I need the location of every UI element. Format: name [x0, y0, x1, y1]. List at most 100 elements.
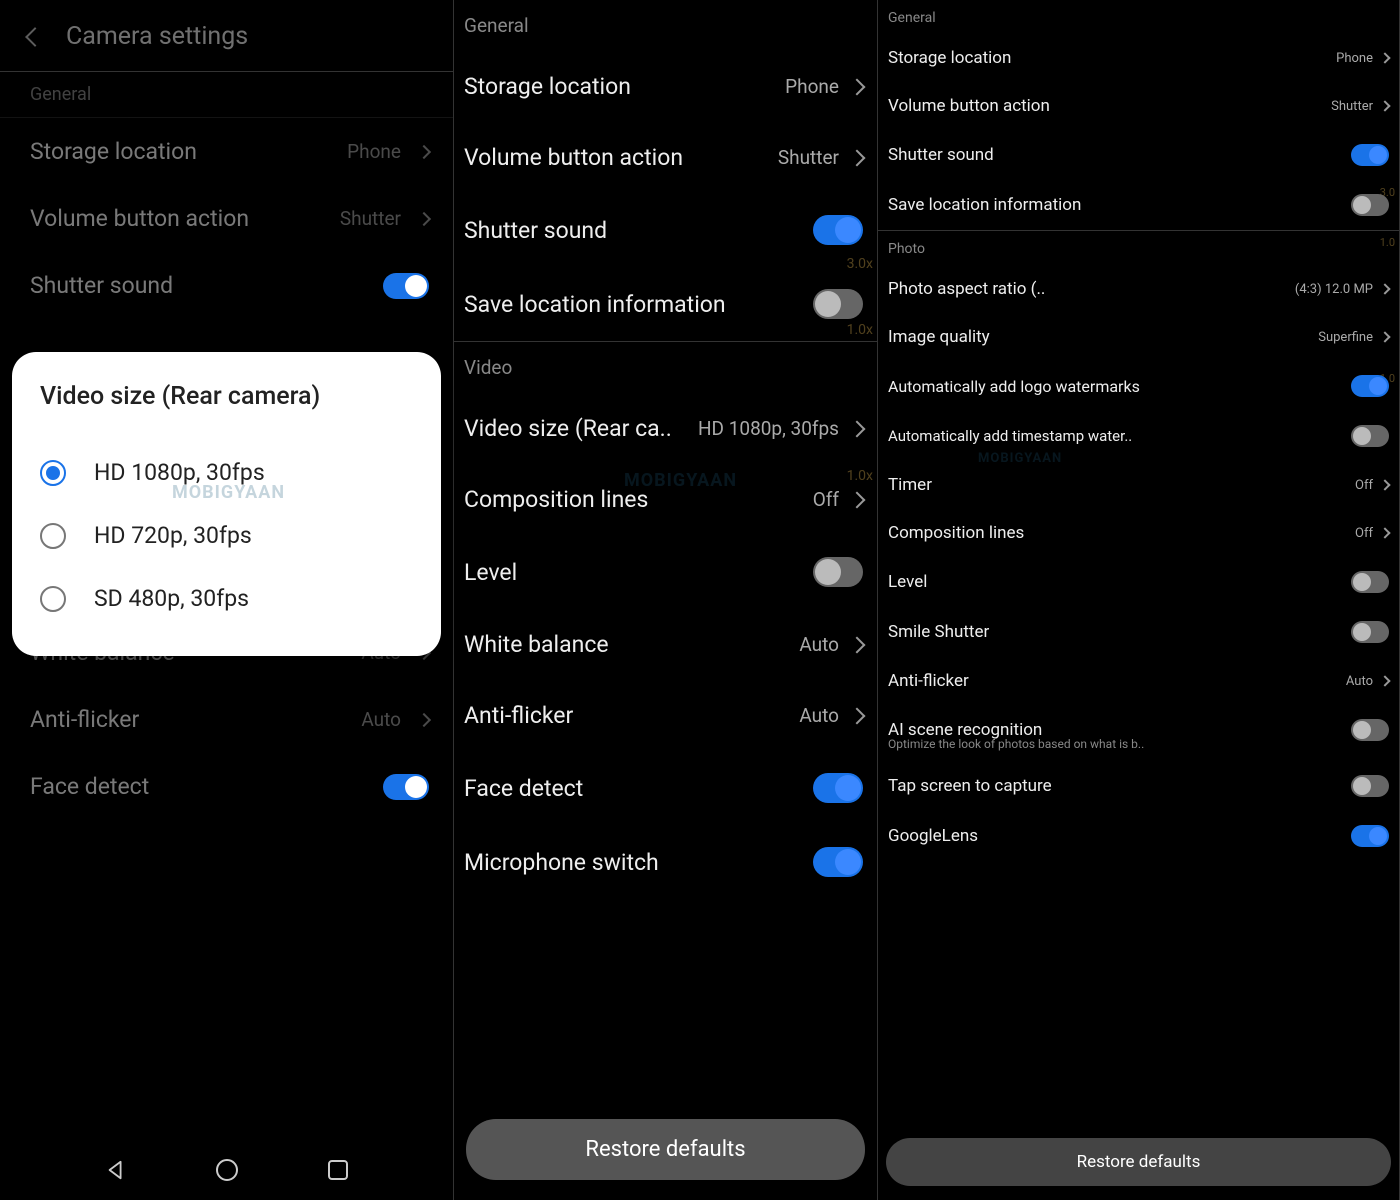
face-detect-toggle[interactable] — [813, 773, 863, 803]
chevron-right-icon — [1379, 675, 1390, 686]
shutter-sound-label: Shutter sound — [464, 217, 607, 244]
google-lens-toggle[interactable] — [1351, 825, 1389, 847]
row-anti-flicker[interactable]: Anti-flicker Auto — [454, 680, 877, 751]
row-shutter-sound[interactable]: Shutter sound — [0, 252, 453, 319]
row-composition-lines[interactable]: Composition lines Off MOBIGYAAN — [454, 464, 877, 535]
save-location-toggle[interactable] — [813, 289, 863, 319]
radio-label: HD 1080p, 30fps — [94, 459, 265, 486]
row-shutter-sound[interactable]: Shutter sound — [454, 193, 877, 267]
level-label: Level — [888, 572, 927, 592]
face-detect-label: Face detect — [464, 775, 583, 802]
image-quality-value: Superfine — [1318, 330, 1373, 345]
radio-icon[interactable] — [40, 460, 66, 486]
radio-label: SD 480p, 30fps — [94, 585, 249, 612]
shutter-sound-toggle[interactable] — [813, 215, 863, 245]
row-anti-flicker[interactable]: Anti-flicker Auto — [878, 657, 1399, 705]
row-white-balance[interactable]: White balance Auto — [454, 609, 877, 680]
composition-value: Off — [1355, 526, 1373, 541]
section-header-general: General — [454, 0, 877, 51]
google-lens-label: GoogleLens — [888, 826, 978, 846]
radio-icon[interactable] — [40, 586, 66, 612]
android-navbar — [0, 1140, 453, 1200]
restore-defaults-button[interactable]: Restore defaults — [466, 1119, 865, 1180]
smile-shutter-toggle[interactable] — [1351, 621, 1389, 643]
restore-defaults-button[interactable]: Restore defaults — [886, 1138, 1391, 1186]
row-save-location[interactable]: Save location information — [878, 180, 1399, 230]
storage-location-label: Storage location — [30, 138, 197, 165]
zoom-hint: 3.0x — [847, 256, 873, 272]
chevron-right-icon — [849, 707, 866, 724]
row-level[interactable]: Level — [878, 557, 1399, 607]
storage-location-value: Phone — [347, 140, 401, 163]
radio-option-720p[interactable]: HD 720p, 30fps — [40, 504, 413, 567]
row-volume-button[interactable]: Volume button action Shutter — [454, 122, 877, 193]
row-storage-location[interactable]: Storage location Phone — [0, 118, 453, 185]
anti-flicker-value: Auto — [361, 708, 401, 731]
volume-button-label: Volume button action — [888, 96, 1050, 116]
row-face-detect[interactable]: Face detect — [454, 751, 877, 825]
ai-scene-toggle[interactable] — [1351, 719, 1389, 741]
back-icon[interactable] — [25, 27, 45, 47]
row-video-size[interactable]: Video size (Rear ca.. HD 1080p, 30fps — [454, 393, 877, 464]
shutter-sound-toggle[interactable] — [383, 273, 429, 299]
anti-flicker-value: Auto — [799, 704, 839, 727]
chevron-right-icon — [849, 149, 866, 166]
level-toggle[interactable] — [1351, 571, 1389, 593]
microphone-toggle[interactable] — [813, 847, 863, 877]
shutter-sound-toggle[interactable] — [1351, 144, 1389, 166]
radio-option-1080p[interactable]: HD 1080p, 30fps — [40, 441, 413, 504]
chevron-right-icon — [849, 420, 866, 437]
row-composition-lines[interactable]: Composition lines Off — [878, 509, 1399, 557]
row-logo-watermark[interactable]: Automatically add logo watermarks — [878, 361, 1399, 411]
save-location-toggle[interactable] — [1351, 194, 1389, 216]
row-image-quality[interactable]: Image quality Superfine — [878, 313, 1399, 361]
composition-label: Composition lines — [888, 523, 1024, 543]
nav-home-icon[interactable] — [216, 1159, 238, 1181]
face-detect-toggle[interactable] — [383, 774, 429, 800]
video-size-value: HD 1080p, 30fps — [698, 417, 839, 440]
nav-back-icon[interactable] — [105, 1159, 127, 1181]
anti-flicker-label: Anti-flicker — [30, 706, 139, 733]
level-toggle[interactable] — [813, 557, 863, 587]
row-aspect-ratio[interactable]: Photo aspect ratio (.. (4:3) 12.0 MP — [878, 265, 1399, 313]
row-volume-button[interactable]: Volume button action Shutter — [878, 82, 1399, 130]
section-header-general: General — [878, 0, 1399, 34]
row-google-lens[interactable]: GoogleLens — [878, 811, 1399, 861]
chevron-right-icon — [1379, 527, 1390, 538]
chevron-right-icon — [849, 636, 866, 653]
row-level[interactable]: Level — [454, 535, 877, 609]
radio-label: HD 720p, 30fps — [94, 522, 252, 549]
row-timer[interactable]: Timer Off MOBIGYAAN — [878, 461, 1399, 509]
row-timestamp-watermark[interactable]: Automatically add timestamp water.. — [878, 411, 1399, 461]
volume-button-value: Shutter — [1331, 99, 1373, 114]
row-smile-shutter[interactable]: Smile Shutter — [878, 607, 1399, 657]
chevron-right-icon — [1379, 52, 1390, 63]
row-storage-location[interactable]: Storage location Phone — [454, 51, 877, 122]
radio-icon[interactable] — [40, 523, 66, 549]
anti-flicker-label: Anti-flicker — [464, 702, 573, 729]
storage-location-label: Storage location — [888, 48, 1011, 68]
row-volume-button[interactable]: Volume button action Shutter — [0, 185, 453, 252]
row-shutter-sound[interactable]: Shutter sound — [878, 130, 1399, 180]
row-anti-flicker[interactable]: Anti-flicker Auto — [0, 686, 453, 753]
row-storage-location[interactable]: Storage location Phone — [878, 34, 1399, 82]
shutter-sound-label: Shutter sound — [30, 272, 173, 299]
tap-capture-toggle[interactable] — [1351, 775, 1389, 797]
radio-option-480p[interactable]: SD 480p, 30fps — [40, 567, 413, 630]
section-header-photo: Photo — [878, 231, 1399, 265]
video-size-dialog: Video size (Rear camera) HD 1080p, 30fps… — [12, 352, 441, 656]
chevron-right-icon — [849, 491, 866, 508]
aspect-ratio-value: (4:3) 12.0 MP — [1295, 282, 1373, 297]
row-microphone-switch[interactable]: Microphone switch — [454, 825, 877, 899]
smile-shutter-label: Smile Shutter — [888, 622, 989, 642]
page-title: Camera settings — [66, 22, 248, 51]
row-tap-capture[interactable]: Tap screen to capture — [878, 761, 1399, 811]
logo-watermark-toggle[interactable] — [1351, 375, 1389, 397]
row-save-location[interactable]: Save location information — [454, 267, 877, 341]
timestamp-watermark-toggle[interactable] — [1351, 425, 1389, 447]
timestamp-watermark-label: Automatically add timestamp water.. — [888, 427, 1132, 445]
row-face-detect[interactable]: Face detect — [0, 753, 453, 820]
nav-recents-icon[interactable] — [328, 1160, 348, 1180]
save-location-label: Save location information — [888, 195, 1081, 215]
white-balance-label: White balance — [464, 631, 609, 658]
